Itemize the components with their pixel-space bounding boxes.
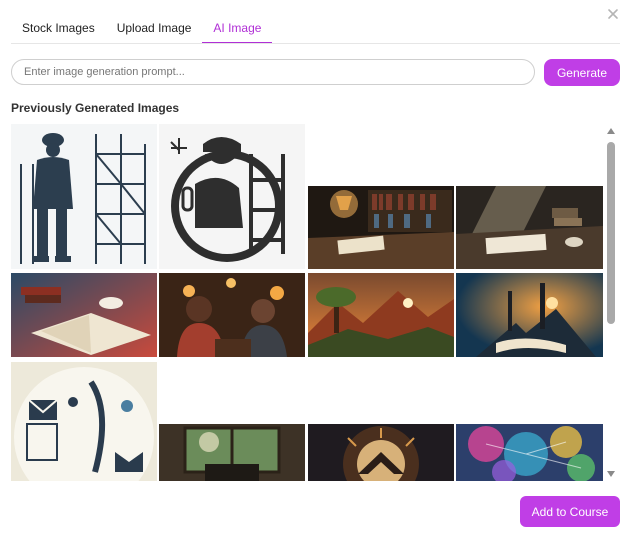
section-title: Previously Generated Images [11,101,180,115]
tab-stock-images[interactable]: Stock Images [11,14,106,42]
scroll-down-icon[interactable] [606,469,616,479]
generated-image-9[interactable] [11,362,157,481]
generated-image-4[interactable] [456,186,603,269]
close-icon[interactable] [605,6,621,22]
scroll-up-icon[interactable] [606,126,616,136]
generate-button[interactable]: Generate [544,59,620,86]
generated-image-11[interactable] [308,424,454,481]
generated-image-5[interactable] [11,273,157,357]
generated-image-2[interactable] [159,124,305,269]
tab-upload-image[interactable]: Upload Image [106,14,203,42]
tab-divider [11,43,620,44]
generated-image-6[interactable] [159,273,305,357]
image-gallery [11,124,603,481]
scrollbar-track[interactable] [607,142,615,462]
generated-image-1[interactable] [11,124,157,269]
generated-image-3[interactable] [308,186,454,269]
generated-image-10[interactable] [159,424,305,481]
prompt-input[interactable] [11,59,535,85]
generated-image-7[interactable] [308,273,454,357]
gallery-scrollbar[interactable] [605,124,617,481]
tab-ai-image[interactable]: AI Image [202,14,273,44]
generated-image-12[interactable] [456,424,603,481]
scrollbar-thumb[interactable] [607,142,615,324]
add-to-course-button[interactable]: Add to Course [520,496,620,527]
tab-bar: Stock Images Upload Image AI Image [11,14,273,44]
generated-image-8[interactable] [456,273,603,357]
